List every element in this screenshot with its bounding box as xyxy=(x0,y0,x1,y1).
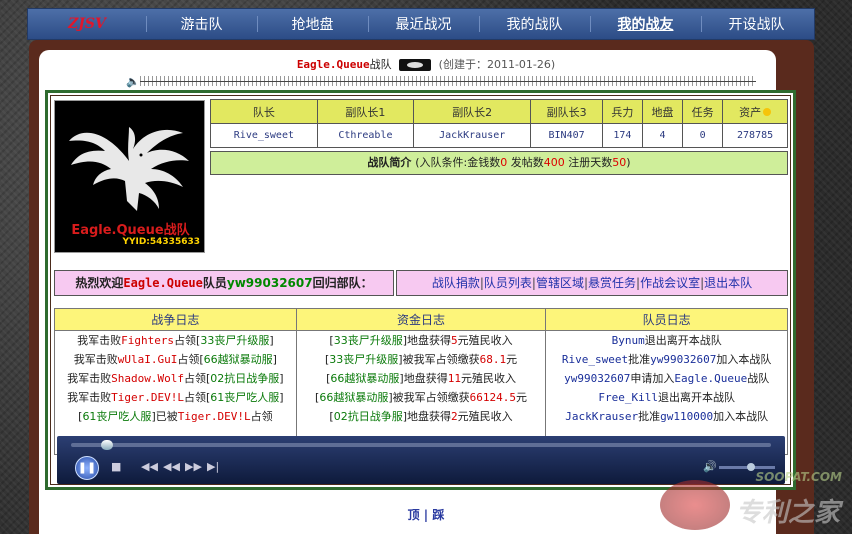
cond-days: 50 xyxy=(612,156,627,169)
intro-conditions: (入队条件:金钱数0 发帖数400 注册天数50) xyxy=(415,156,630,169)
welcome-team[interactable]: Eagle.Queue xyxy=(123,276,202,290)
link-bounty[interactable]: 悬赏任务 xyxy=(588,276,636,290)
war-log-line: 我军击败Tiger.DEV!L占领[61丧尸吃人服] xyxy=(67,391,284,404)
coin-icon xyxy=(763,107,772,116)
vote-separator: | xyxy=(423,508,429,522)
watermark-logo xyxy=(660,480,730,530)
cond-suffix: ) xyxy=(626,156,631,169)
stop-button[interactable]: ■ xyxy=(111,460,121,473)
war-log-line: 我军击败wUlaI.GuI占领[66越狱暴动服] xyxy=(73,353,277,366)
welcome-suffix: 回归部队： xyxy=(312,276,373,290)
captain-cell[interactable]: Rive_sweet xyxy=(210,123,318,148)
nav-guerrilla[interactable]: 游击队 xyxy=(146,14,257,34)
watermark: SOOPAT.COM 专利之家 xyxy=(660,470,850,530)
logo-team-name: Eagle.Queue战队 xyxy=(71,223,190,238)
stats-header: 兵力 xyxy=(601,99,643,124)
vice-captain-2-cell[interactable]: JackKrauser xyxy=(413,123,532,148)
funds-log-line: [66越狱暴动服]被我军占领缴获66124.5元 xyxy=(315,391,527,404)
cond-posts: 400 xyxy=(543,156,565,169)
link-war-room[interactable]: 作战会议室 xyxy=(640,276,700,290)
skip-forward-icon[interactable]: ▶| xyxy=(207,460,219,473)
assets-label: 资产 xyxy=(739,105,762,119)
war-log-line: [61丧尸吃人服]已被Tiger.DEV!L占领 xyxy=(78,410,273,423)
team-links: 战队捐款|队员列表|管辖区域|悬赏任务|作战会议室|退出本队 xyxy=(396,270,788,296)
scroller-track xyxy=(140,81,756,82)
stats-value-row: Rive_sweet Cthreable JackKrauser BIN407 … xyxy=(210,123,788,148)
tasks-cell: 0 xyxy=(682,123,724,148)
members-log-line: JackKrauser批准gw110000加入本战队 xyxy=(565,410,769,423)
vice-captain-1-cell[interactable]: Cthreable xyxy=(316,123,415,148)
nav-my-comrades[interactable]: 我的战友 xyxy=(590,8,701,40)
cond-days-label: 注册天数 xyxy=(564,156,613,169)
stats-header: 副队长3 xyxy=(530,99,603,124)
link-quit-team[interactable]: 退出本队 xyxy=(704,276,752,290)
troops-cell: 174 xyxy=(601,123,643,148)
logs-header-row: 战争日志 资金日志 队员日志 xyxy=(54,308,788,331)
funds-log-header: 资金日志 xyxy=(295,308,547,331)
stats-header-row: 队长 副队长1 副队长2 副队长3 兵力 地盘 任务 资产 xyxy=(210,99,788,124)
welcome-member-label: 队员 xyxy=(202,276,227,290)
link-donate[interactable]: 战队捐款 xyxy=(432,276,480,290)
nav-recent-battles[interactable]: 最近战况 xyxy=(368,14,479,34)
stats-header: 任务 xyxy=(682,99,724,124)
assets-cell: 278785 xyxy=(722,123,788,148)
watermark-line2: 专利之家 xyxy=(735,498,840,528)
territory-cell: 4 xyxy=(641,123,684,148)
team-name: Eagle.Queue xyxy=(296,58,370,71)
members-log-header: 队员日志 xyxy=(545,308,788,331)
stats-header: 地盘 xyxy=(641,99,684,124)
speaker-icon[interactable]: 🔈 xyxy=(126,75,140,88)
team-suffix: 战队 xyxy=(369,58,392,71)
team-stats-table: 队长 副队长1 副队长2 副队长3 兵力 地盘 任务 资产 Rive_sweet… xyxy=(210,99,788,148)
team-logo: Eagle.Queue战队 YYID:54335633 xyxy=(54,100,205,253)
logo-yyid: YYID:54335633 xyxy=(122,237,200,247)
war-log-header: 战争日志 xyxy=(54,308,297,331)
created-date: (创建于：2011-01-26) xyxy=(438,58,556,71)
members-log-line: yw99032607申请加入Eagle.Queue战队 xyxy=(564,372,770,385)
seek-knob[interactable] xyxy=(101,440,113,450)
members-log-line: Rive_sweet批准yw99032607加入本战队 xyxy=(561,353,772,366)
nav-grab-territory[interactable]: 抢地盘 xyxy=(257,14,368,34)
stats-header-assets: 资产 xyxy=(722,99,788,124)
war-log-line: 我军击败Shadow.Wolf占领[02抗日战争服] xyxy=(67,372,284,385)
funds-log-line: [33丧尸升级服]地盘获得5元殖民收入 xyxy=(329,334,513,347)
nav-create-team[interactable]: 开设战队 xyxy=(701,14,812,34)
link-member-list[interactable]: 队员列表 xyxy=(484,276,532,290)
war-log-line: 我军击败Fighters占领[33丧尸升级服] xyxy=(77,334,274,347)
stats-header: 副队长2 xyxy=(413,99,532,124)
eagle-icon xyxy=(69,127,189,211)
fast-forward-icon[interactable]: ▶▶ xyxy=(185,460,202,473)
eye-icon xyxy=(399,59,432,71)
site-logo[interactable]: ZJSV xyxy=(28,16,146,32)
watermark-line1: SOOPAT.COM xyxy=(755,470,842,484)
members-log-line: Free_Kill退出离开本战队 xyxy=(598,391,735,404)
nav-my-team[interactable]: 我的战队 xyxy=(479,14,590,34)
upvote-link[interactable]: 顶 xyxy=(408,508,420,522)
vice-captain-3-cell[interactable]: BIN407 xyxy=(530,123,603,148)
team-title: Eagle.Queue战队 (创建于：2011-01-26) xyxy=(0,56,852,72)
stats-header: 副队长1 xyxy=(316,99,415,124)
funds-log-line: [02抗日战争服]地盘获得2元殖民收入 xyxy=(329,410,513,423)
members-log-line: Bynum退出离开本战队 xyxy=(611,334,722,347)
welcome-prefix: 热烈欢迎 xyxy=(75,276,124,290)
top-nav: ZJSV 游击队 抢地盘 最近战况 我的战队 我的战友 开设战队 xyxy=(27,8,815,40)
stats-header: 队长 xyxy=(210,99,318,124)
cond-posts-label: 发帖数 xyxy=(507,156,544,169)
welcome-member[interactable]: yw99032607 xyxy=(227,276,313,290)
pause-button[interactable]: ❚❚ xyxy=(75,456,99,480)
downvote-link[interactable]: 踩 xyxy=(432,508,444,522)
intro-title: 战队简介 xyxy=(367,156,412,169)
skip-back-icon[interactable]: ◀◀ xyxy=(141,460,158,473)
team-intro: 战队简介 (入队条件:金钱数0 发帖数400 注册天数50) xyxy=(210,151,788,175)
logs-table: 战争日志 资金日志 队员日志 我军击败Fighters占领[33丧尸升级服] 我… xyxy=(54,308,788,455)
audio-scroller: 🔈 xyxy=(126,75,756,88)
rewind-icon[interactable]: ◀◀ xyxy=(163,460,180,473)
funds-log-line: [66越狱暴动服]地盘获得11元殖民收入 xyxy=(326,372,516,385)
welcome-banner: 热烈欢迎Eagle.Queue队员yw99032607回归部队： xyxy=(54,270,394,296)
link-jurisdiction[interactable]: 管辖区域 xyxy=(536,276,584,290)
cond-prefix: (入队条件:金钱数 xyxy=(415,156,501,169)
seek-bar[interactable] xyxy=(71,443,771,447)
funds-log-line: [33丧尸升级服]被我军占领缴获68.1元 xyxy=(324,353,518,366)
